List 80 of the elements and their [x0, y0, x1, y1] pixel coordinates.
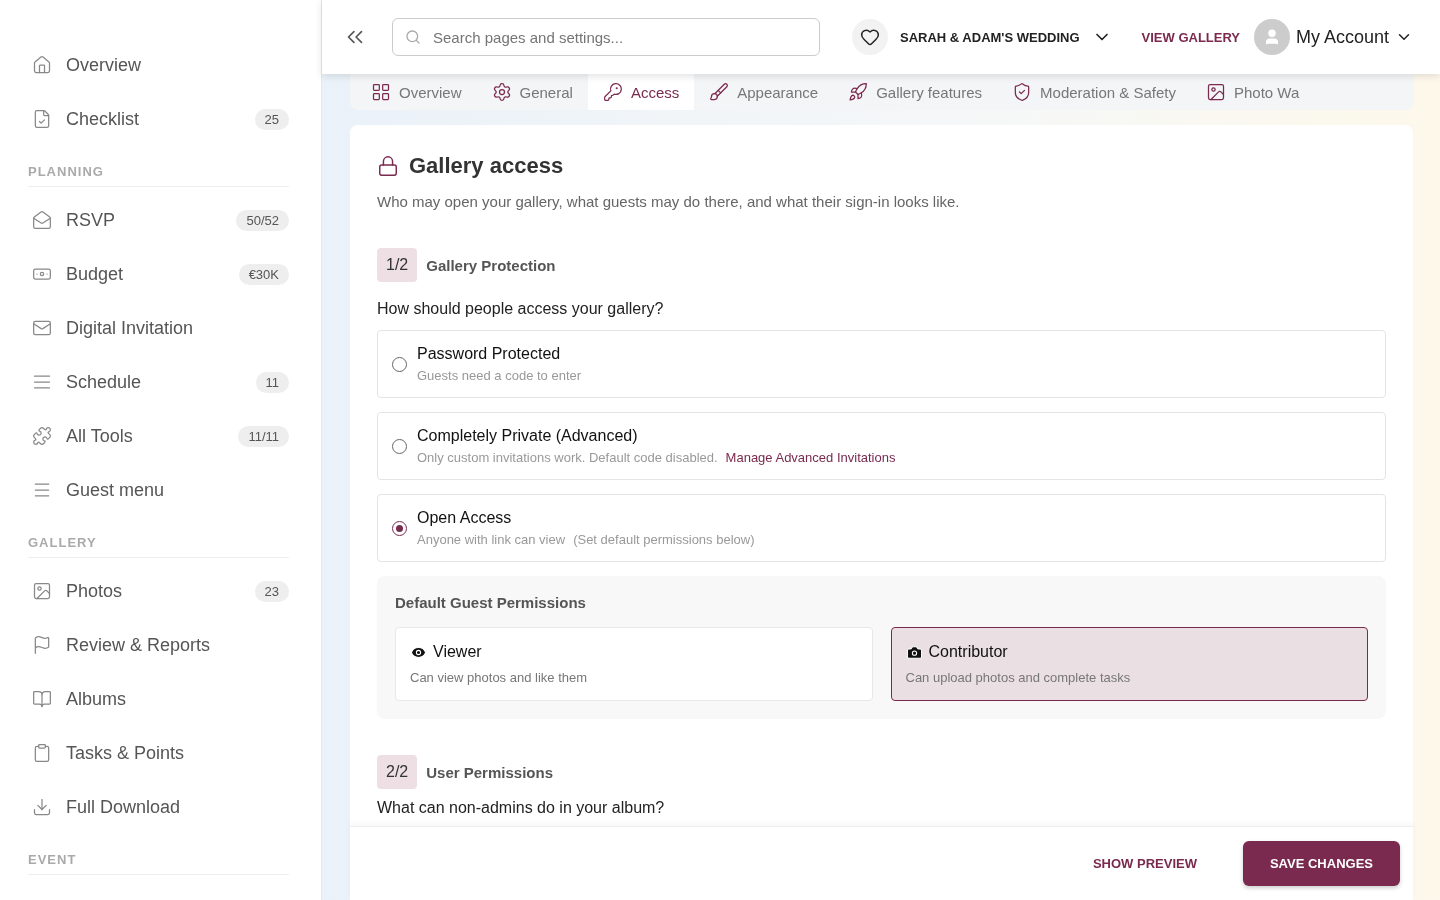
tab[interactable]: Overview — [356, 74, 477, 110]
panel-title: Default Guest Permissions — [395, 594, 587, 611]
role-option[interactable]: Contributor Can upload photos and complete tasks — [890, 627, 1368, 701]
role-title: Viewer — [433, 643, 482, 661]
page-description: Who may open your gallery, what guests may do there, and what their sign-in looks like. — [377, 193, 961, 210]
count-badge: €30K — [238, 263, 289, 285]
option-description: Guests need a code to enter — [417, 368, 582, 383]
count-badge: 25 — [254, 108, 289, 130]
step-title: User Permissions — [426, 763, 553, 781]
access-option[interactable]: Password Protected Guests need a code to enter — [377, 330, 1386, 398]
role-title: Contributor — [928, 643, 1008, 661]
count-badge: 50/52 — [236, 209, 289, 231]
rocket-icon — [848, 82, 869, 102]
search-field[interactable]: Search pages and settings... — [392, 18, 820, 56]
image-icon — [32, 581, 52, 601]
grid-icon — [371, 82, 391, 102]
option-description: Anyone with link can view — [417, 532, 566, 547]
sidebar-item[interactable]: Full Download — [28, 780, 289, 834]
count-badge: 11/11 — [238, 425, 289, 447]
option-title: Password Protected — [417, 345, 562, 363]
sidebar-item[interactable]: Review & Reports — [28, 618, 289, 672]
access-option[interactable]: Open Access Anyone with link can view (Set default permissions below) — [377, 494, 1386, 562]
question: What can non-admins do in your album? — [377, 799, 666, 817]
account-menu[interactable]: My Account — [1254, 19, 1414, 55]
question: How should people access your gallery? — [377, 300, 665, 318]
sidebar-item[interactable]: Schedule 11 — [28, 355, 289, 409]
checklist-icon — [32, 109, 52, 129]
sidebar-item[interactable]: Tasks & Points — [28, 726, 289, 780]
mail-icon — [32, 318, 52, 338]
heart-icon — [860, 27, 880, 47]
lock-icon — [377, 155, 399, 177]
puzzle-icon — [32, 426, 52, 446]
sidebar-item[interactable]: RSVP 50/52 — [28, 193, 289, 247]
envelope-icon — [32, 210, 52, 230]
sidebar-item[interactable]: Albums — [28, 672, 289, 726]
sidebar-item[interactable]: Budget €30K — [28, 247, 289, 301]
clipboard-icon — [32, 743, 52, 763]
flag-icon — [32, 635, 52, 655]
sidebar-item[interactable]: Guest menu — [28, 463, 289, 517]
tab[interactable]: Photo Wa — [1190, 74, 1315, 110]
tab[interactable]: General — [476, 74, 588, 110]
view-gallery-link[interactable]: VIEW GALLERY — [1141, 29, 1241, 45]
sidebar-item[interactable]: Overview — [28, 38, 289, 92]
manage-invitations-link[interactable]: Manage Advanced Invitations — [725, 450, 896, 465]
page-title: Gallery access — [409, 153, 564, 179]
download-icon — [32, 797, 52, 817]
step-number: 2/2 — [377, 755, 418, 789]
tab[interactable]: Appearance — [694, 74, 834, 110]
section-heading: PLANNING — [28, 164, 289, 187]
tab[interactable]: Access — [587, 74, 695, 110]
event-selector[interactable]: SARAH & ADAM'S WEDDING — [852, 19, 1112, 55]
home-icon — [32, 55, 52, 75]
section-heading: EVENT — [28, 852, 289, 875]
camera-icon — [905, 643, 923, 661]
settings-icon — [491, 82, 512, 102]
section-heading: GALLERY — [28, 535, 289, 558]
step-number: 1/2 — [377, 248, 418, 282]
option-title: Open Access — [417, 509, 513, 527]
sidebar-item[interactable]: Digital Invitation — [28, 301, 289, 355]
sidebar-item[interactable]: Checklist 25 — [28, 92, 289, 146]
sidebar-item[interactable]: Photos 23 — [28, 564, 289, 618]
show-preview-button[interactable]: SHOW PREVIEW — [1086, 855, 1203, 872]
role-description: Can upload photos and complete tasks — [905, 670, 1132, 685]
role-option[interactable]: Viewer Can view photos and like them — [395, 627, 873, 701]
option-description: Only custom invitations work. Default code disabled. — [417, 450, 718, 465]
image-icon — [1205, 82, 1226, 102]
option-note: (Set default permissions below) — [573, 532, 755, 547]
access-option[interactable]: Completely Private (Advanced) Only custom invitations work. Default code disabled. Manage Advanced Invitations — [377, 412, 1386, 480]
role-description: Can view photos and like them — [410, 670, 589, 685]
save-changes-button[interactable]: SAVE CHANGES — [1242, 841, 1400, 886]
sidebar-item[interactable]: All Tools 11/11 — [28, 409, 289, 463]
key-icon — [602, 82, 623, 102]
option-title: Completely Private (Advanced) — [417, 427, 639, 445]
count-badge: 11 — [255, 371, 289, 393]
tab[interactable]: Gallery features — [833, 74, 998, 110]
book-icon — [32, 689, 52, 709]
tab[interactable]: Moderation & Safety — [997, 74, 1191, 110]
brush-icon — [709, 82, 730, 102]
step-title: Gallery Protection — [426, 256, 556, 274]
count-badge: 23 — [254, 580, 289, 602]
